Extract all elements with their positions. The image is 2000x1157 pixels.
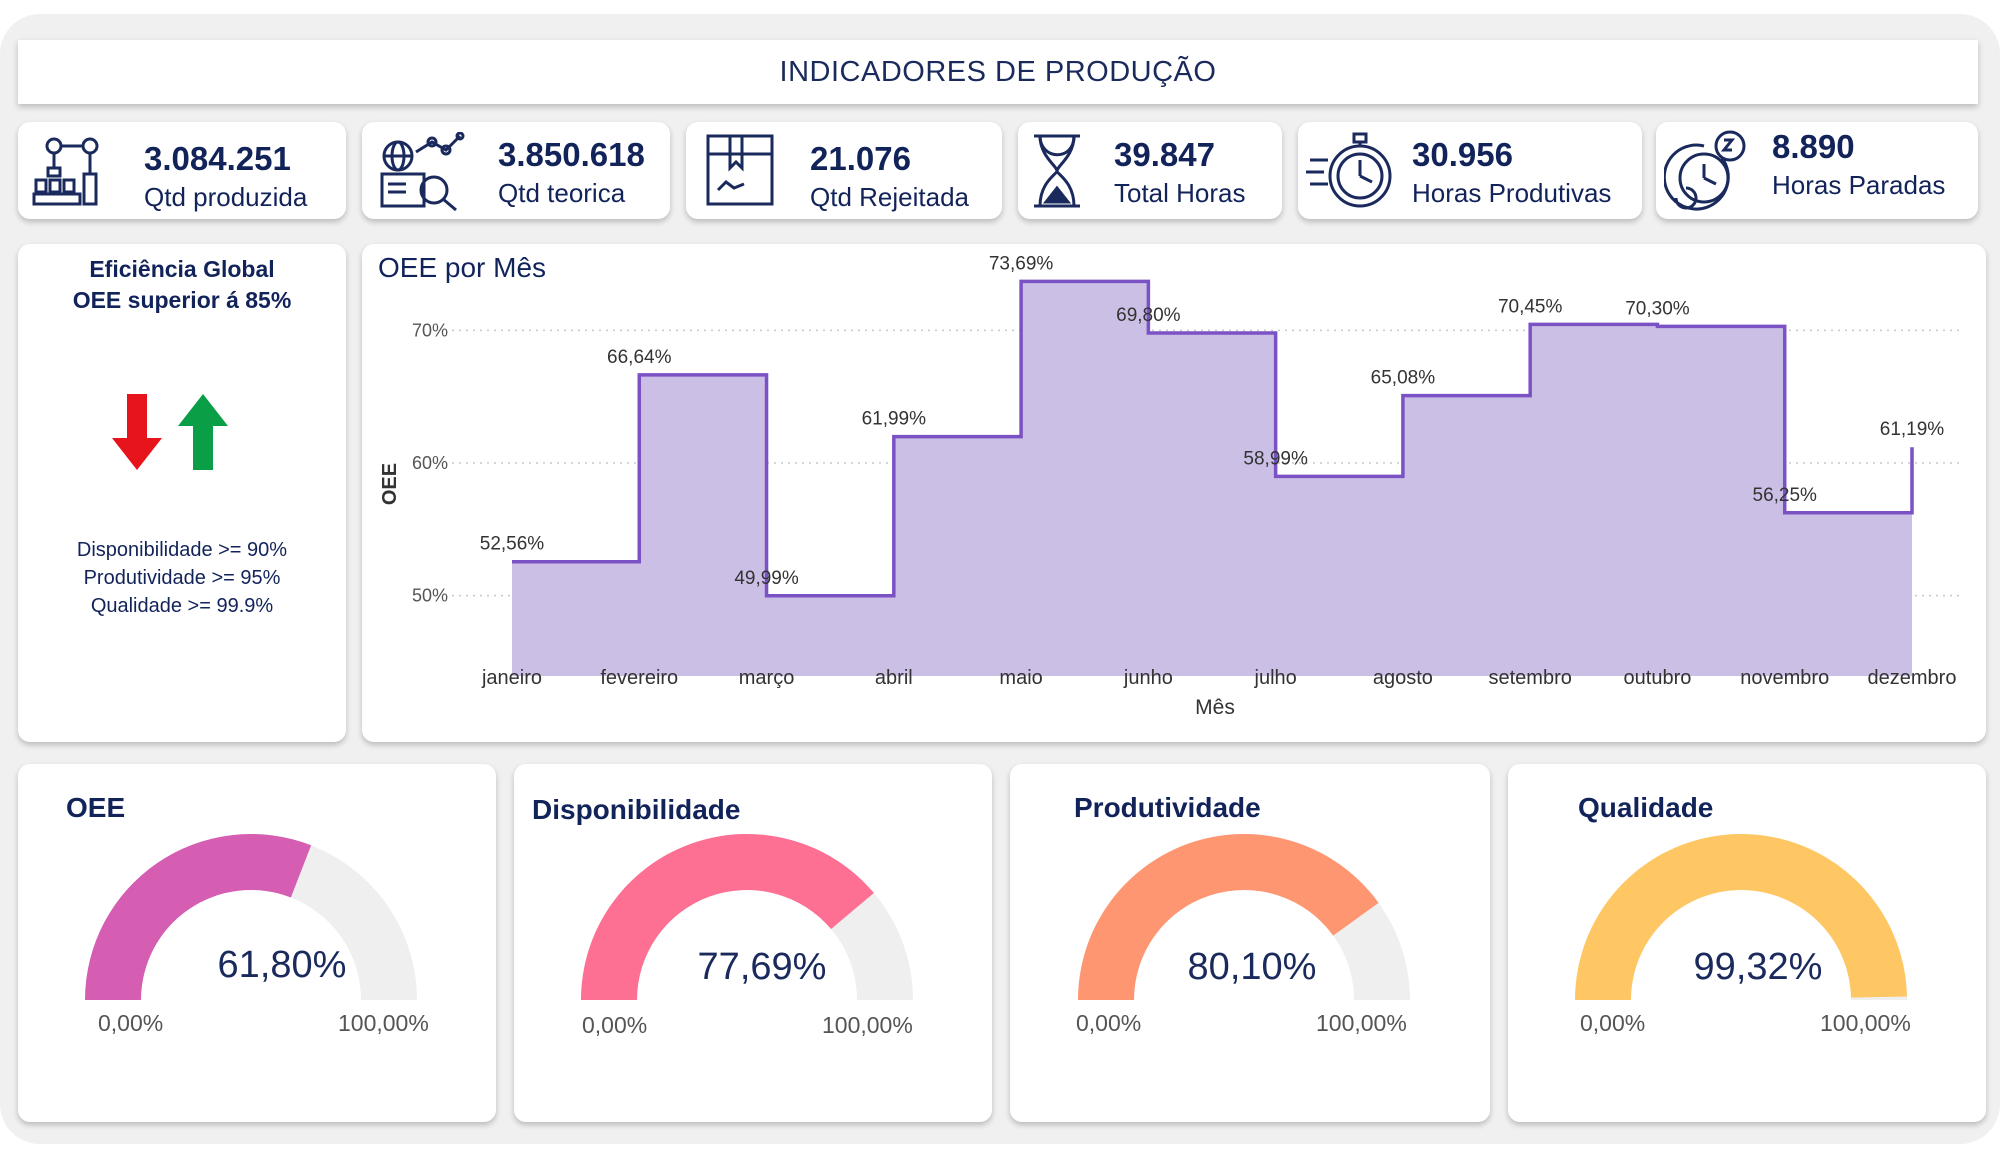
gauge-card-disponibilidade: Disponibilidade 77,69% 0,00% 100,00% (514, 764, 992, 1122)
gauge-value: 80,10% (1187, 946, 1317, 988)
x-tick-label: outubro (1624, 667, 1692, 689)
y-tick-label: 60% (412, 453, 448, 473)
arrow-down-icon (112, 394, 162, 470)
stopwatch-icon (1306, 132, 1392, 208)
kpi-label: Qtd produzida (144, 182, 308, 212)
kpi-card-qtd-rejeitada[interactable]: 21.076 Qtd Rejeitada (686, 122, 1002, 219)
data-label: 69,80% (1116, 305, 1181, 326)
x-tick-label: janeiro (481, 667, 542, 689)
y-tick-label: 70% (412, 320, 448, 340)
kpi-value: 3.850.618 (498, 136, 645, 173)
gauge-max-label: 100,00% (822, 1012, 913, 1038)
arrow-up-shape (178, 394, 228, 470)
kpi-label: Horas Produtivas (1412, 178, 1612, 208)
data-label: 56,25% (1753, 485, 1818, 506)
globe-analytics-icon (380, 132, 465, 212)
x-axis-title: Mês (1195, 696, 1235, 719)
x-tick-label: julho (1254, 667, 1297, 689)
gauge-value: 77,69% (697, 946, 827, 988)
data-label: 49,99% (734, 568, 799, 589)
x-tick-label: maio (999, 667, 1042, 689)
kpi-label: Horas Paradas (1772, 170, 1946, 200)
oee-by-month-card: OEE por Mês 50% 60% 70% 52,56% janeiro 66,64%… (362, 244, 1986, 742)
gauge-card-qualidade: Qualidade 99,32% 0,00% 100,00% (1508, 764, 1986, 1122)
data-label: 70,30% (1625, 298, 1690, 319)
target-qualidade: Qualidade >= 99.9% (90, 595, 274, 617)
kpi-card-horas-produtivas[interactable]: 30.956 Horas Produtivas (1298, 122, 1642, 219)
oee-step-area-chart: 50% 60% 70% 52,56% janeiro 66,64% fevereiro 49,… (379, 253, 1962, 719)
gauge-card-oee: OEE 61,80% 0,00% 100,00% (18, 764, 496, 1122)
target-disponibilidade: Disponibilidade >= 90% (76, 539, 288, 561)
gauge-min-label: 0,00% (1076, 1010, 1142, 1036)
gauge-min-label: 0,00% (1580, 1010, 1646, 1036)
kpi-card-qtd-teorica[interactable]: 3.850.618 Qtd teorica (362, 122, 670, 219)
gauge-value: 99,32% (1693, 946, 1823, 988)
x-tick-label: junho (1123, 667, 1173, 689)
gauge-max-label: 100,00% (1820, 1010, 1911, 1036)
data-label: 65,08% (1371, 368, 1436, 389)
targets-title-line2: OEE superior á 85% (72, 287, 292, 313)
data-label: 61,19% (1880, 419, 1945, 440)
kpi-value: 21.076 (810, 140, 911, 177)
x-tick-label: março (739, 667, 795, 689)
y-tick-label: 50% (412, 586, 448, 606)
x-tick-label: setembro (1488, 667, 1571, 689)
arrow-up-icon (178, 394, 228, 470)
kpi-label: Qtd teorica (498, 178, 626, 208)
rejected-box-icon (706, 134, 774, 206)
kpi-card-qtd-produzida[interactable]: 3.084.251 Qtd produzida (18, 122, 346, 219)
gauge-min-label: 0,00% (98, 1010, 164, 1036)
data-label: 58,99% (1243, 448, 1308, 469)
x-tick-label: fevereiro (600, 667, 678, 689)
kpi-card-horas-paradas[interactable]: 8.890 Horas Paradas (1656, 122, 1978, 219)
page-title: INDICADORES DE PRODUÇÃO (779, 55, 1217, 88)
gauge-value: 61,80% (217, 944, 347, 986)
x-tick-label: abril (875, 667, 913, 689)
x-tick-label: agosto (1373, 667, 1433, 689)
gauge-arc (1078, 834, 1410, 1000)
gauge-max-label: 100,00% (1316, 1010, 1407, 1036)
kpi-label: Total Horas (1114, 178, 1246, 208)
oee-targets-card: Eficiência Global OEE superior á 85% Dis… (18, 244, 346, 742)
x-tick-label: novembro (1740, 667, 1829, 689)
gauge-arc (85, 833, 417, 1000)
x-tick-label: dezembro (1868, 667, 1957, 689)
kpi-value: 3.084.251 (144, 140, 291, 177)
data-label: 66,64% (607, 347, 672, 368)
target-produtividade: Produtividade >= 95% (83, 567, 281, 589)
gauge-card-produtividade: Produtividade 80,10% 0,00% 100,00% (1010, 764, 1490, 1122)
y-axis-title: OEE (379, 463, 401, 505)
kpi-value: 30.956 (1412, 136, 1513, 173)
gauge-min-label: 0,00% (582, 1012, 648, 1038)
kpi-card-total-horas[interactable]: 39.847 Total Horas (1018, 122, 1282, 219)
clock-sleep-icon (1664, 130, 1746, 211)
gauge-arc (1575, 834, 1907, 1000)
gauge-arc (581, 834, 913, 1000)
data-label: 70,45% (1498, 296, 1563, 317)
oee-area-fill (512, 281, 1912, 676)
arrow-down-shape (112, 394, 162, 470)
data-label: 61,99% (862, 409, 927, 430)
targets-title-line1: Eficiência Global (89, 256, 275, 282)
kpi-label: Qtd Rejeitada (810, 182, 969, 212)
kpi-value: 39.847 (1114, 136, 1215, 173)
data-label: 73,69% (989, 253, 1054, 274)
data-label: 52,56% (480, 534, 545, 555)
robot-arm-production-icon (32, 137, 99, 206)
hourglass-icon (1034, 134, 1080, 208)
kpi-value: 8.890 (1772, 128, 1855, 165)
gauge-max-label: 100,00% (338, 1010, 429, 1036)
page-header: INDICADORES DE PRODUÇÃO (18, 40, 1978, 104)
